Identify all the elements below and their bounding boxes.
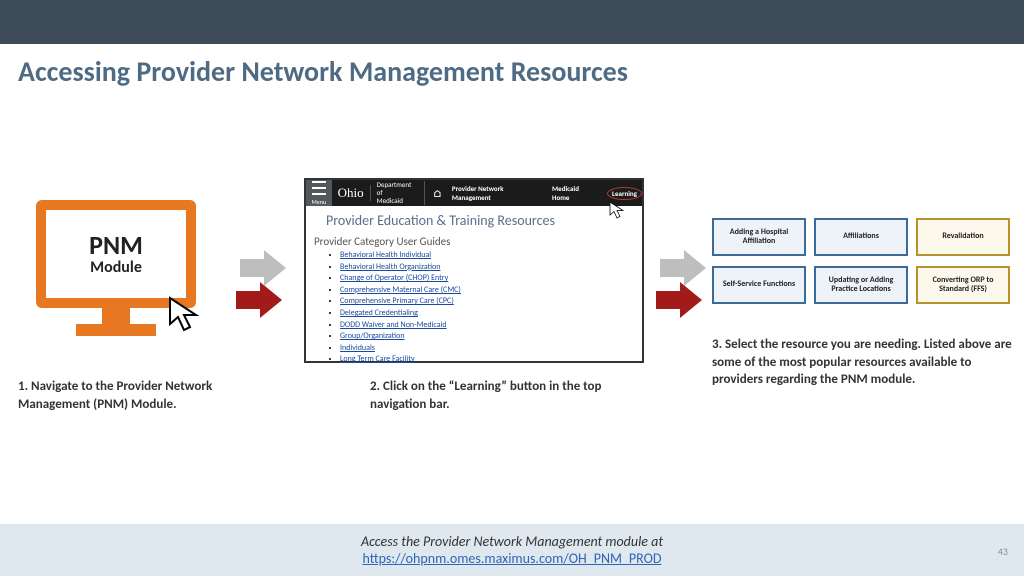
user-guide-item: DODD Waiver and Non-Medicaid xyxy=(340,320,642,332)
ohio-logo: Ohio xyxy=(332,185,371,201)
resource-tile[interactable]: Self-Service Functions xyxy=(712,266,806,304)
screenshot-topbar: Menu Ohio Department of Medicaid ⌂ Provi… xyxy=(306,180,642,206)
user-guide-item: Group/Organization xyxy=(340,331,642,343)
nav-learning-highlight: Learning xyxy=(607,187,642,200)
resource-tiles: Adding a Hospital AffiliationAffiliation… xyxy=(712,218,1010,304)
user-guide-item: Long Term Care Facility xyxy=(340,354,642,366)
user-guide-item: Behavioral Health Organization xyxy=(340,262,642,274)
user-guide-link[interactable]: Behavioral Health Individual xyxy=(340,250,431,260)
screenshot-subheading: Provider Category User Guides xyxy=(306,231,642,250)
home-icon: ⌂ xyxy=(433,187,442,200)
user-guide-link[interactable]: DODD Waiver and Non-Medicaid xyxy=(340,320,447,330)
slide: Accessing Provider Network Management Re… xyxy=(0,0,1024,576)
page-number: 43 xyxy=(998,545,1008,558)
resource-tile[interactable]: Revalidation xyxy=(916,218,1010,256)
monitor-label-line2: Module xyxy=(90,258,142,277)
footer-bar: Access the Provider Network Management m… xyxy=(0,524,1024,576)
arrow-icon xyxy=(236,246,282,318)
screenshot-heading: Provider Education & Training Resources xyxy=(306,206,642,231)
learning-screenshot: Menu Ohio Department of Medicaid ⌂ Provi… xyxy=(304,178,644,363)
department-label: Department of Medicaid xyxy=(371,181,426,204)
user-guide-link[interactable]: Individuals xyxy=(340,343,375,353)
monitor-label-line1: PNM xyxy=(89,232,143,258)
resource-tile[interactable]: Affiliations xyxy=(814,218,908,256)
nav-pnm: Provider Network Management xyxy=(452,184,542,202)
user-guide-item: Individuals xyxy=(340,343,642,355)
footer-text: Access the Provider Network Management m… xyxy=(361,533,663,550)
user-guide-link[interactable]: Delegated Credentialing xyxy=(340,308,418,318)
user-guide-link[interactable]: Change of Operator (CHOP) Entry xyxy=(340,273,448,283)
monitor-stand xyxy=(102,308,130,324)
user-guide-link[interactable]: Behavioral Health Organization xyxy=(340,262,440,272)
user-guide-link[interactable]: Comprehensive Maternal Care (CMC) xyxy=(340,285,461,295)
user-guide-item: Delegated Credentialing xyxy=(340,308,642,320)
step-3-caption: 3. Select the resource you are needing. … xyxy=(712,336,1012,389)
resource-tile[interactable]: Updating or Adding Practice Locations xyxy=(814,266,908,304)
menu-label: Menu xyxy=(312,198,326,206)
page-title: Accessing Provider Network Management Re… xyxy=(18,54,628,89)
nav-medicaid-home: Medicaid Home xyxy=(552,184,597,202)
cursor-icon xyxy=(608,200,628,223)
monitor-icon: PNM Module xyxy=(36,200,196,308)
user-guides-list: Behavioral Health Individual Behavioral H… xyxy=(306,250,642,366)
hamburger-icon: Menu xyxy=(306,180,332,206)
monitor-foot xyxy=(76,324,156,336)
user-guide-item: Comprehensive Primary Care (CPC) xyxy=(340,296,642,308)
step-1-caption: 1. Navigate to the Provider Network Mana… xyxy=(18,378,278,413)
user-guide-link[interactable]: Group/Organization xyxy=(340,331,405,341)
arrow-icon xyxy=(656,246,702,318)
cursor-icon xyxy=(166,294,206,339)
step-2-caption: 2. Click on the “Learning” button in the… xyxy=(370,378,630,413)
pnm-module-graphic: PNM Module xyxy=(36,200,196,336)
user-guide-link[interactable]: Comprehensive Primary Care (CPC) xyxy=(340,296,454,306)
user-guide-item: Behavioral Health Individual xyxy=(340,250,642,262)
user-guide-link[interactable]: Long Term Care Facility xyxy=(340,354,415,364)
user-guide-item: Comprehensive Maternal Care (CMC) xyxy=(340,285,642,297)
user-guide-item: Change of Operator (CHOP) Entry xyxy=(340,273,642,285)
resource-tile[interactable]: Adding a Hospital Affiliation xyxy=(712,218,806,256)
header-bar xyxy=(0,0,1024,44)
resource-tile[interactable]: Converting ORP to Standard (FFS) xyxy=(916,266,1010,304)
footer-link[interactable]: https://ohpnm.omes.maximus.com/OH_PNM_PR… xyxy=(362,550,661,567)
